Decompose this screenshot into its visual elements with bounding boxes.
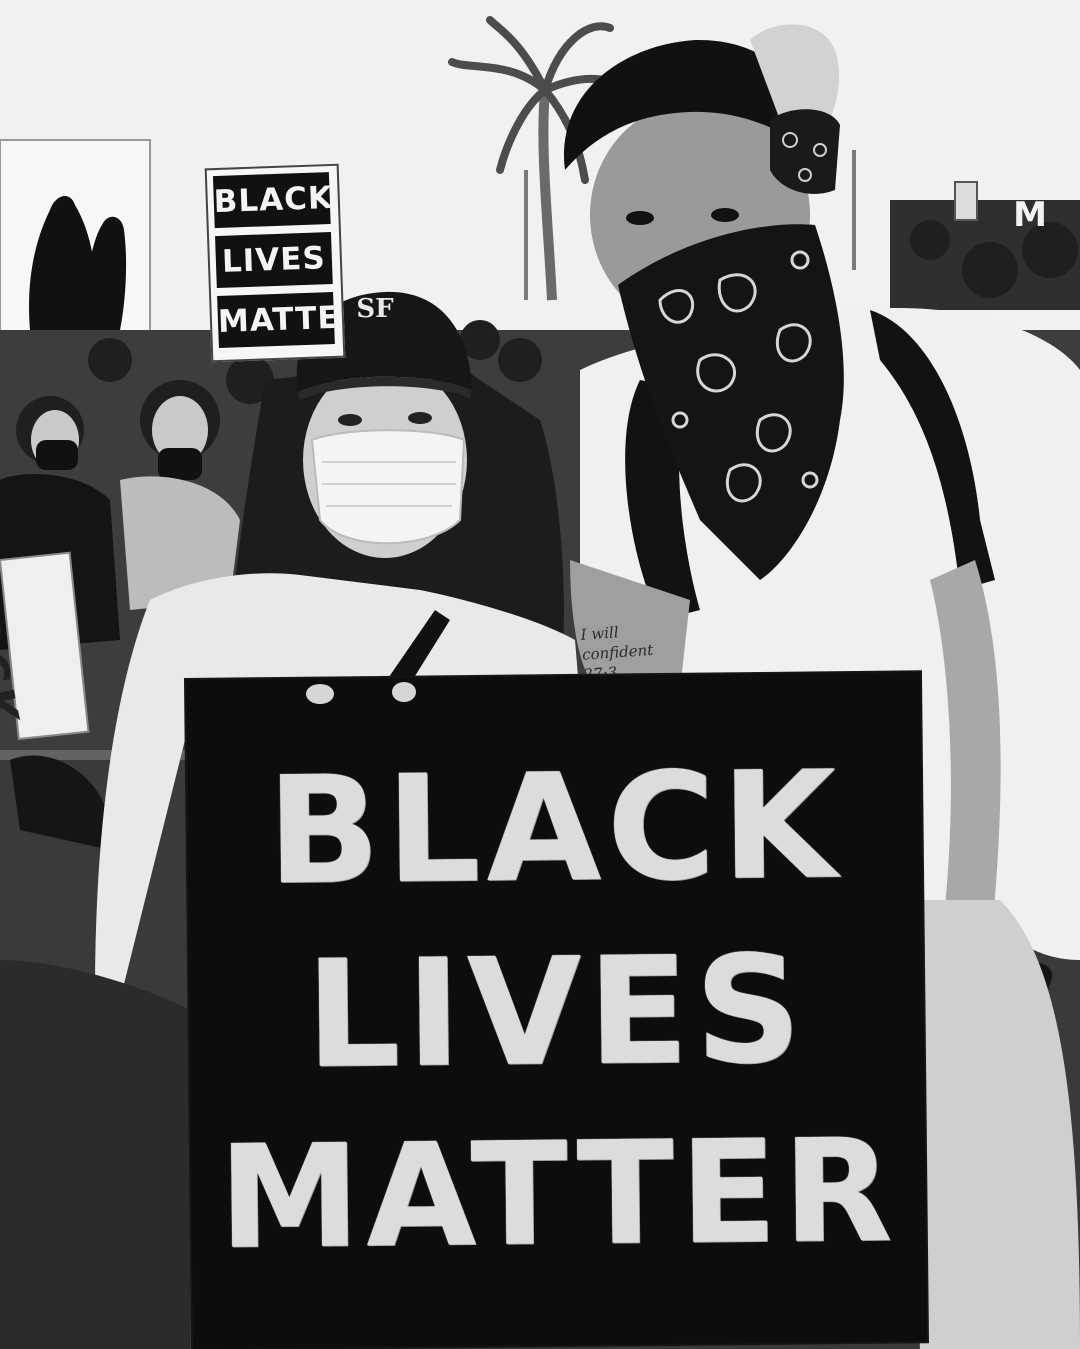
- main-sign-line-3: MATTER: [217, 1108, 900, 1281]
- protest-photo: BLACK LIVES MATTER SF M ACK I will confi…: [0, 0, 1080, 1349]
- background-sign-line-3: MATTER: [217, 291, 335, 349]
- main-sign-line-2: LIVES: [304, 923, 809, 1101]
- main-protest-sign: BLACK LIVES MATTER: [186, 672, 927, 1349]
- cap-logo: SF: [356, 294, 394, 324]
- parking-sign: [954, 181, 978, 221]
- store-logo: M: [1013, 195, 1047, 235]
- background-sign-line-1: BLACK: [212, 172, 331, 229]
- background-sign-line-2: LIVES: [215, 232, 333, 289]
- street-pole-right: [852, 150, 856, 270]
- woman-fingers: [306, 682, 416, 704]
- background-protest-sign: BLACK LIVES MATTER: [204, 163, 346, 363]
- main-sign-line-1: BLACK: [266, 739, 843, 918]
- street-pole: [524, 170, 528, 300]
